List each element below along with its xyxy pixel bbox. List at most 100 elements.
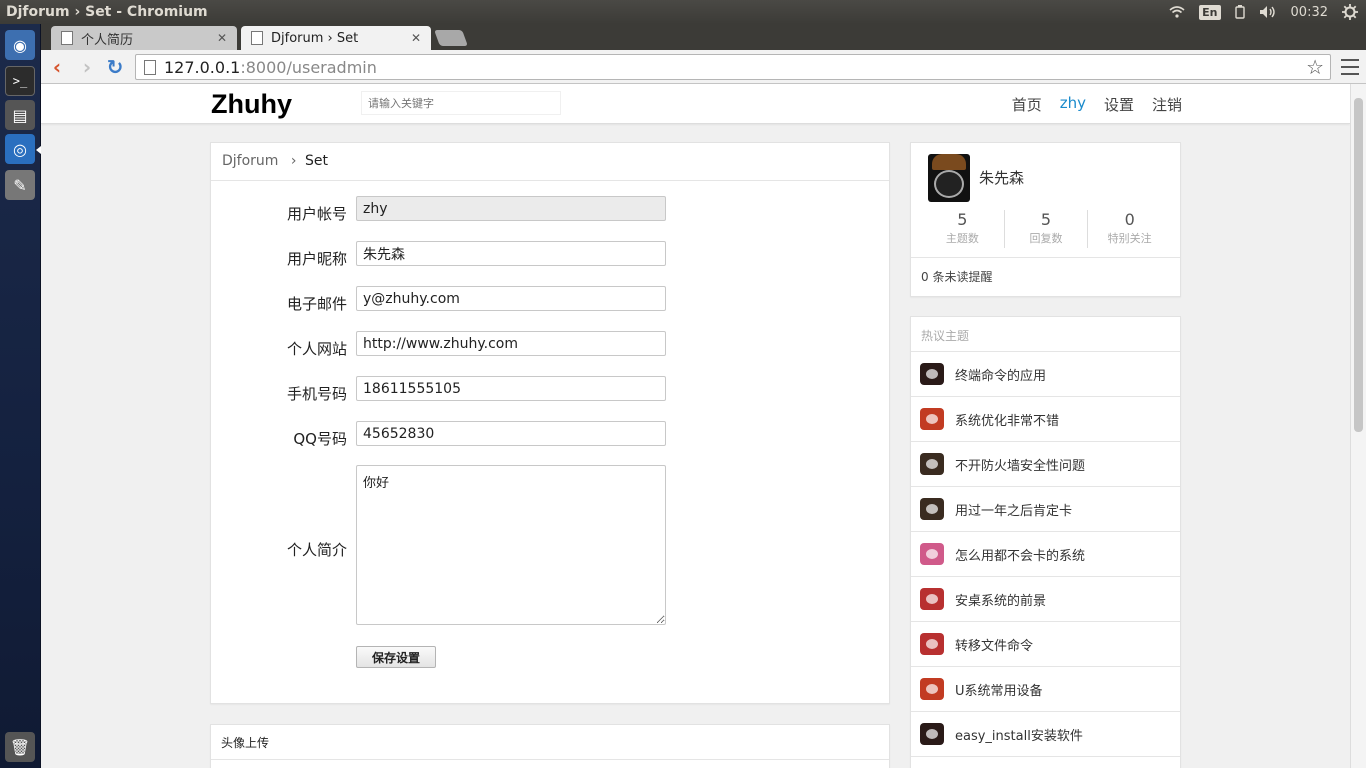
- qq-label: QQ号码: [293, 430, 347, 448]
- search-input[interactable]: [361, 91, 561, 115]
- topic-avatar-icon[interactable]: [920, 498, 944, 520]
- reload-icon[interactable]: ↻: [103, 55, 127, 79]
- list-item[interactable]: 终端命令的应用: [911, 352, 1180, 397]
- stat-following[interactable]: 0 特别关注: [1088, 210, 1171, 248]
- ubuntu-top-panel: Djforum › Set - Chromium En 00:32: [0, 0, 1366, 24]
- hot-topics-title: 热议主题: [911, 317, 1180, 352]
- dash-home-icon[interactable]: ◉: [5, 30, 35, 60]
- browser-menu-icon[interactable]: [1341, 57, 1359, 77]
- tab-strip: 个人简历 ✕ Djforum › Set ✕: [41, 24, 1366, 50]
- site-logo[interactable]: Zhuhy: [211, 89, 292, 120]
- tab-label: 个人简历: [81, 32, 134, 48]
- nickname-field[interactable]: [356, 241, 666, 266]
- nickname-label: 用户昵称: [286, 250, 347, 268]
- stat-number: 5: [957, 210, 968, 229]
- back-icon[interactable]: ‹: [45, 55, 69, 79]
- wifi-icon[interactable]: [1169, 6, 1185, 18]
- topic-title[interactable]: U系统常用设备: [955, 680, 1043, 699]
- unread-notice[interactable]: 0 条未读提醒: [911, 257, 1180, 295]
- bookmark-star-icon[interactable]: ☆: [1306, 55, 1324, 79]
- website-field[interactable]: [356, 331, 666, 356]
- top-nav: 首页 zhy 设置 注销: [1012, 94, 1182, 115]
- trash-icon[interactable]: 🗑: [5, 732, 35, 762]
- close-icon[interactable]: ✕: [411, 31, 421, 45]
- breadcrumb-separator: ›: [290, 153, 297, 169]
- settings-card: Djforum › Set 用户帐号 用户昵称 电子邮件 个人网站 手机号: [210, 142, 890, 704]
- stat-topics[interactable]: 5 主题数: [921, 210, 1005, 248]
- volume-icon[interactable]: [1259, 5, 1277, 19]
- email-field[interactable]: [356, 286, 666, 311]
- list-item[interactable]: 用过一年之后肯定卡: [911, 487, 1180, 532]
- email-label: 电子邮件: [286, 295, 347, 313]
- topic-title[interactable]: 系统优化非常不错: [955, 410, 1059, 429]
- topic-avatar-icon[interactable]: [920, 588, 944, 610]
- topic-title[interactable]: easy_install安装软件: [955, 725, 1083, 744]
- page-icon: [61, 31, 73, 45]
- topic-avatar-icon[interactable]: [920, 408, 944, 430]
- hot-topics-card: 热议主题 终端命令的应用 系统优化非常不错不开防火墙安全性问题 用过一年之后肯定卡怎…: [910, 316, 1181, 768]
- form-row-bio: 个人简介 你好: [211, 465, 891, 625]
- topic-avatar-icon[interactable]: [920, 723, 944, 745]
- chromium-icon[interactable]: ◎: [5, 134, 35, 164]
- list-item[interactable]: 安桌系统的前景: [911, 577, 1180, 622]
- stat-replies[interactable]: 5 回复数: [1005, 210, 1089, 248]
- tab-resume[interactable]: 个人简历 ✕: [51, 26, 237, 50]
- nav-logout[interactable]: 注销: [1152, 94, 1182, 115]
- nav-settings[interactable]: 设置: [1104, 94, 1134, 115]
- username-field[interactable]: [356, 196, 666, 221]
- topic-avatar-icon[interactable]: [920, 633, 944, 655]
- form-row-email: 电子邮件: [211, 286, 891, 313]
- keyboard-layout-indicator[interactable]: En: [1199, 4, 1221, 20]
- list-item[interactable]: easy_install安装软件: [911, 712, 1180, 757]
- topic-title[interactable]: 转移文件命令: [955, 635, 1033, 654]
- breadcrumb: Djforum › Set: [211, 143, 889, 181]
- form-row-phone: 手机号码: [211, 376, 891, 403]
- scrollbar-thumb[interactable]: [1354, 98, 1363, 432]
- website-label: 个人网站: [286, 340, 347, 358]
- unity-launcher: ◉ >_ ▤ ◎ ✎ 🗑: [0, 24, 41, 768]
- forward-icon[interactable]: ›: [75, 55, 99, 79]
- form-row-qq: QQ号码: [211, 421, 891, 448]
- topic-title[interactable]: 终端命令的应用: [955, 365, 1046, 384]
- terminal-icon[interactable]: >_: [5, 66, 35, 96]
- save-button[interactable]: 保存设置: [356, 646, 436, 668]
- topic-avatar-icon[interactable]: [920, 543, 944, 565]
- topic-title[interactable]: 怎么用都不会卡的系统: [955, 545, 1085, 564]
- topic-avatar-icon[interactable]: [920, 453, 944, 475]
- new-tab-button[interactable]: [434, 30, 468, 46]
- avatar[interactable]: [928, 154, 970, 202]
- list-item[interactable]: 转移文件命令: [911, 622, 1180, 667]
- stat-label: 主题数: [945, 232, 979, 245]
- nav-user[interactable]: zhy: [1060, 94, 1086, 115]
- list-item[interactable]: 系统优化非常不错: [911, 397, 1180, 442]
- list-item[interactable]: U系统常用设备: [911, 667, 1180, 712]
- user-profile-card: 朱先森 5 主题数 5 回复数 0 特别关注 0 条未读提醒: [910, 142, 1181, 297]
- bio-textarea[interactable]: 你好: [356, 465, 666, 625]
- qq-field[interactable]: [356, 421, 666, 446]
- close-icon[interactable]: ✕: [217, 31, 227, 45]
- tab-djforum-set[interactable]: Djforum › Set ✕: [241, 26, 431, 50]
- nav-home[interactable]: 首页: [1012, 94, 1042, 115]
- user-name[interactable]: 朱先森: [979, 167, 1024, 188]
- phone-label: 手机号码: [286, 385, 347, 403]
- text-editor-icon[interactable]: ✎: [5, 170, 35, 200]
- address-bar[interactable]: 127.0.0.1 :8000/useradmin ☆: [135, 54, 1331, 80]
- breadcrumb-home[interactable]: Djforum: [222, 153, 278, 169]
- bio-label: 个人简介: [286, 541, 347, 559]
- page-icon: [251, 31, 263, 45]
- topic-avatar-icon[interactable]: [920, 363, 944, 385]
- session-gear-icon[interactable]: [1342, 4, 1358, 20]
- username-label: 用户帐号: [286, 205, 347, 223]
- topic-avatar-icon[interactable]: [920, 678, 944, 700]
- list-item[interactable]: 怎么用都不会卡的系统: [911, 532, 1180, 577]
- list-item[interactable]: 不开防火墙安全性问题: [911, 442, 1180, 487]
- topic-title[interactable]: 不开防火墙安全性问题: [955, 455, 1085, 474]
- page-scrollbar[interactable]: [1350, 84, 1366, 768]
- phone-field[interactable]: [356, 376, 666, 401]
- battery-icon[interactable]: [1234, 5, 1245, 19]
- clock[interactable]: 00:32: [1291, 5, 1328, 20]
- topic-title[interactable]: 安桌系统的前景: [955, 590, 1046, 609]
- breadcrumb-current: Set: [304, 153, 328, 169]
- file-manager-icon[interactable]: ▤: [5, 100, 35, 130]
- topic-title[interactable]: 用过一年之后肯定卡: [955, 500, 1072, 519]
